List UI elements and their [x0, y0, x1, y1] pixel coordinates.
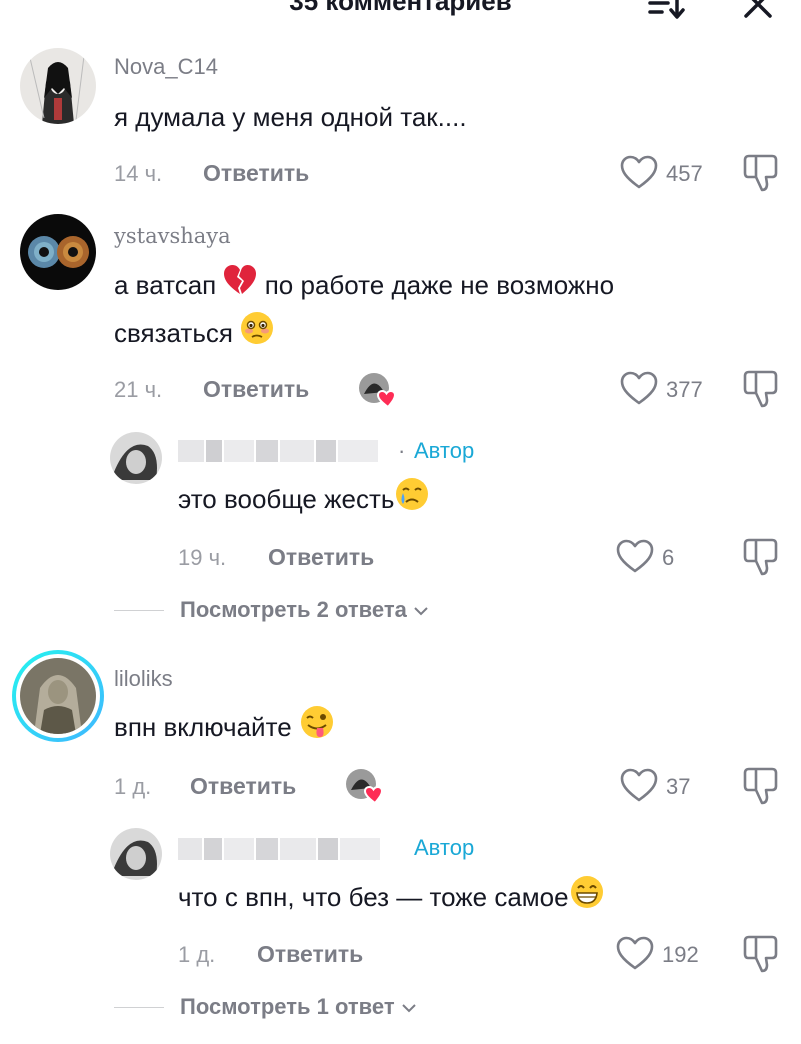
- like-count: 457: [666, 161, 703, 186]
- heart-outline-icon[interactable]: [620, 371, 658, 412]
- comment-username[interactable]: Nova_C14: [114, 54, 218, 80]
- creator-liked-icon: [358, 372, 398, 409]
- blurred-username: [178, 838, 403, 860]
- blurred-username: [178, 440, 393, 462]
- dislike-icon[interactable]: [742, 766, 782, 811]
- dislike-icon[interactable]: [742, 369, 782, 414]
- reply-button[interactable]: Ответить: [190, 773, 296, 800]
- comment-text-content: впн включайте: [114, 712, 292, 742]
- reply-time: 19 ч.: [178, 545, 227, 570]
- heart-outline-icon[interactable]: [616, 936, 654, 977]
- chevron-down-icon: [402, 1004, 416, 1013]
- dislike-icon[interactable]: [742, 934, 782, 979]
- reply-button[interactable]: Ответить: [203, 376, 309, 403]
- comment-text-part: по работе даже не возможно: [264, 270, 615, 300]
- dislike-icon[interactable]: [742, 537, 782, 582]
- reply-button[interactable]: Ответить: [203, 160, 309, 187]
- comment-time: 21 ч.: [114, 377, 163, 402]
- heart-outline-icon[interactable]: [616, 539, 654, 580]
- comment-text-part: а ватсап: [114, 270, 217, 300]
- author-badge: Автор: [414, 438, 475, 463]
- like-count: 6: [662, 545, 675, 570]
- reply-text: это вообще жесть: [178, 476, 430, 526]
- chevron-down-icon: [414, 607, 428, 616]
- comment-time: 14 ч.: [114, 161, 163, 186]
- flushed-emoji: [240, 311, 274, 359]
- heart-outline-icon[interactable]: [620, 155, 658, 196]
- reply-button[interactable]: Ответить: [268, 544, 374, 571]
- avatar[interactable]: [20, 214, 96, 290]
- crying-emoji: [394, 476, 430, 526]
- sort-icon[interactable]: [646, 0, 686, 24]
- view-replies-button[interactable]: Посмотреть 2 ответа: [180, 597, 429, 623]
- avatar[interactable]: [20, 48, 96, 124]
- author-badge: Автор: [414, 835, 475, 860]
- view-replies-label: Посмотреть 1 ответ: [180, 994, 395, 1019]
- view-replies-button[interactable]: Посмотреть 1 ответ: [180, 994, 417, 1020]
- comment-text: а ватсап по работе даже не возможно связ…: [114, 262, 614, 359]
- like-count: 377: [666, 377, 703, 402]
- broken-heart-emoji: [223, 264, 257, 310]
- reply-text: что с впн, что без — тоже самое: [178, 874, 605, 924]
- heart-outline-icon[interactable]: [620, 768, 658, 809]
- reply-button[interactable]: Ответить: [257, 941, 363, 968]
- dislike-icon[interactable]: [742, 153, 782, 198]
- comment-text-part: связаться: [114, 318, 233, 349]
- comment-username[interactable]: liloliks: [114, 666, 173, 692]
- replies-divider: [114, 1007, 164, 1008]
- close-icon[interactable]: [740, 0, 776, 24]
- grinning-emoji: [569, 874, 605, 924]
- like-count: 192: [662, 942, 699, 967]
- reply-time: 1 д.: [178, 942, 216, 967]
- comment-time: 1 д.: [114, 774, 152, 799]
- name-separator: ·: [398, 438, 406, 463]
- comment-username[interactable]: ystavshaya: [114, 224, 231, 248]
- reply-text-content: это вообще жесть: [178, 484, 395, 514]
- creator-liked-icon: [345, 768, 385, 805]
- avatar[interactable]: [12, 650, 104, 742]
- view-replies-label: Посмотреть 2 ответа: [180, 597, 407, 622]
- comment-text: я думала у меня одной так....: [114, 102, 467, 132]
- reply-text-content: что с впн, что без — тоже самое: [178, 882, 569, 912]
- winking-tongue-emoji: [299, 704, 335, 754]
- avatar[interactable]: [110, 828, 162, 880]
- like-count: 37: [666, 774, 691, 799]
- comment-text: впн включайте: [114, 704, 335, 754]
- replies-divider: [114, 610, 164, 611]
- avatar[interactable]: [110, 432, 162, 484]
